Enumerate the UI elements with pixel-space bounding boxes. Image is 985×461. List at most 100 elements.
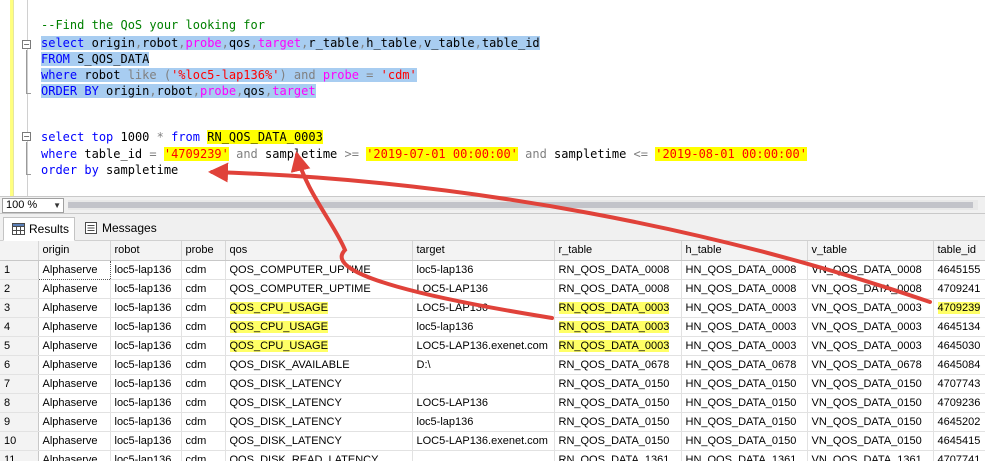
tab-results[interactable]: Results [3,217,75,241]
grid-cell[interactable]: HN_QOS_DATA_1361 [681,450,808,461]
grid-cell[interactable]: 4645030 [933,336,985,356]
grid-cell[interactable]: QOS_DISK_LATENCY [225,431,413,451]
grid-cell[interactable]: loc5-lap136 [110,355,182,375]
collapse-toggle-icon[interactable]: − [22,40,31,49]
grid-cell[interactable]: Alphaserve [38,298,111,318]
column-header[interactable]: table_id [933,241,985,261]
grid-cell[interactable]: HN_QOS_DATA_0150 [681,412,808,432]
grid-cell[interactable] [412,374,555,394]
grid-cell[interactable]: 4645134 [933,317,985,337]
grid-cell[interactable]: loc5-lap136 [110,450,182,461]
grid-cell[interactable]: QOS_COMPUTER_UPTIME [225,279,413,299]
grid-cell[interactable]: QOS_CPU_USAGE [225,298,413,318]
grid-cell[interactable] [412,450,555,461]
grid-cell[interactable]: cdm [181,279,226,299]
results-grid[interactable]: origin robot probe qos target r_table h_table v… [0,241,985,461]
table-row[interactable]: 5 Alphaserve loc5-lap136 cdm QOS_CPU_USAGE LO… [0,336,985,356]
grid-cell[interactable]: 4645155 [933,260,985,280]
zoom-dropdown[interactable]: 100 % ▼ [2,198,64,213]
table-row[interactable]: 11 Alphaserve loc5-lap136 cdm QOS_DISK_READ_… [0,450,985,461]
column-header[interactable]: robot [110,241,182,261]
grid-cell[interactable]: VN_QOS_DATA_0003 [807,317,934,337]
grid-cell[interactable]: cdm [181,450,226,461]
grid-cell[interactable]: QOS_DISK_LATENCY [225,412,413,432]
grid-cell[interactable]: cdm [181,393,226,413]
grid-cell[interactable]: 4645202 [933,412,985,432]
grid-cell[interactable]: RN_QOS_DATA_0150 [554,431,682,451]
grid-cell[interactable]: VN_QOS_DATA_0008 [807,279,934,299]
grid-cell[interactable]: HN_QOS_DATA_0008 [681,279,808,299]
grid-cell[interactable]: HN_QOS_DATA_0003 [681,336,808,356]
grid-cell[interactable]: loc5-lap136 [110,412,182,432]
grid-cell[interactable]: LOC5-LAP136 [412,279,555,299]
row-number[interactable]: 6 [0,355,39,375]
grid-cell[interactable]: QOS_DISK_READ_LATENCY [225,450,413,461]
grid-cell[interactable]: 4707741 [933,450,985,461]
row-number[interactable]: 11 [0,450,39,461]
column-header[interactable]: v_table [807,241,934,261]
grid-cell[interactable]: cdm [181,336,226,356]
grid-cell[interactable]: D:\ [412,355,555,375]
column-header[interactable]: r_table [554,241,682,261]
column-header[interactable]: probe [181,241,226,261]
table-row[interactable]: 8 Alphaserve loc5-lap136 cdm QOS_DISK_LATENC… [0,393,985,413]
grid-cell[interactable]: VN_QOS_DATA_0003 [807,336,934,356]
grid-cell[interactable]: QOS_DISK_LATENCY [225,374,413,394]
table-row[interactable]: 7 Alphaserve loc5-lap136 cdm QOS_DISK_LATENC… [0,374,985,394]
grid-cell[interactable]: 4709241 [933,279,985,299]
grid-cell[interactable]: cdm [181,355,226,375]
grid-cell[interactable]: HN_QOS_DATA_0150 [681,393,808,413]
grid-cell[interactable]: RN_QOS_DATA_0150 [554,374,682,394]
query-editor[interactable]: − − --Find the QoS your looking for selec… [0,0,985,196]
grid-cell[interactable]: RN_QOS_DATA_0150 [554,412,682,432]
grid-cell[interactable]: loc5-lap136 [110,298,182,318]
grid-cell[interactable]: Alphaserve [38,374,111,394]
grid-cell[interactable]: Alphaserve [38,279,111,299]
grid-cell[interactable]: Alphaserve [38,355,111,375]
grid-cell[interactable]: HN_QOS_DATA_0150 [681,431,808,451]
grid-cell[interactable]: HN_QOS_DATA_0150 [681,374,808,394]
row-number[interactable]: 7 [0,374,39,394]
grid-cell[interactable]: RN_QOS_DATA_1361 [554,450,682,461]
grid-cell[interactable]: loc5-lap136 [110,431,182,451]
grid-cell[interactable]: Alphaserve [38,393,111,413]
row-number[interactable]: 3 [0,298,39,318]
table-row[interactable]: 6 Alphaserve loc5-lap136 cdm QOS_DISK_AVAILA… [0,355,985,375]
grid-cell[interactable]: RN_QOS_DATA_0678 [554,355,682,375]
grid-cell[interactable]: HN_QOS_DATA_0008 [681,260,808,280]
grid-cell[interactable]: 4645084 [933,355,985,375]
grid-cell[interactable]: cdm [181,317,226,337]
grid-cell[interactable]: Alphaserve [38,412,111,432]
grid-cell[interactable]: loc5-lap136 [110,336,182,356]
table-row[interactable]: 10 Alphaserve loc5-lap136 cdm QOS_DISK_LATEN… [0,431,985,451]
grid-cell[interactable]: 4645415 [933,431,985,451]
grid-corner[interactable] [0,241,39,261]
column-header[interactable]: target [412,241,555,261]
grid-cell[interactable]: VN_QOS_DATA_0150 [807,393,934,413]
column-header[interactable]: h_table [681,241,808,261]
table-row[interactable]: 3 Alphaserve loc5-lap136 cdm QOS_CPU_USAGE LO… [0,298,985,318]
grid-cell[interactable]: cdm [181,298,226,318]
grid-cell[interactable]: RN_QOS_DATA_0003 [554,336,682,356]
grid-cell[interactable]: loc5-lap136 [412,317,555,337]
grid-cell[interactable]: HN_QOS_DATA_0003 [681,298,808,318]
grid-cell[interactable]: cdm [181,431,226,451]
collapse-toggle-icon[interactable]: − [22,132,31,141]
grid-cell[interactable]: RN_QOS_DATA_0003 [554,317,682,337]
grid-cell[interactable]: HN_QOS_DATA_0003 [681,317,808,337]
table-row[interactable]: 4 Alphaserve loc5-lap136 cdm QOS_CPU_USAGE lo… [0,317,985,337]
grid-cell[interactable]: loc5-lap136 [110,393,182,413]
grid-cell[interactable]: HN_QOS_DATA_0678 [681,355,808,375]
grid-cell[interactable]: Alphaserve [38,431,111,451]
grid-cell[interactable]: loc5-lap136 [412,412,555,432]
row-number[interactable]: 1 [0,260,39,280]
grid-cell[interactable]: LOC5-LAP136.exenet.com [412,336,555,356]
grid-cell[interactable]: QOS_DISK_LATENCY [225,393,413,413]
grid-cell[interactable]: VN_QOS_DATA_0003 [807,298,934,318]
scrollbar-thumb[interactable] [68,202,973,208]
grid-cell[interactable]: loc5-lap136 [110,260,182,280]
table-row[interactable]: 2 Alphaserve loc5-lap136 cdm QOS_COMPUTER_UP… [0,279,985,299]
grid-cell[interactable]: RN_QOS_DATA_0003 [554,298,682,318]
grid-cell[interactable]: cdm [181,374,226,394]
table-row[interactable]: 9 Alphaserve loc5-lap136 cdm QOS_DISK_LATENC… [0,412,985,432]
